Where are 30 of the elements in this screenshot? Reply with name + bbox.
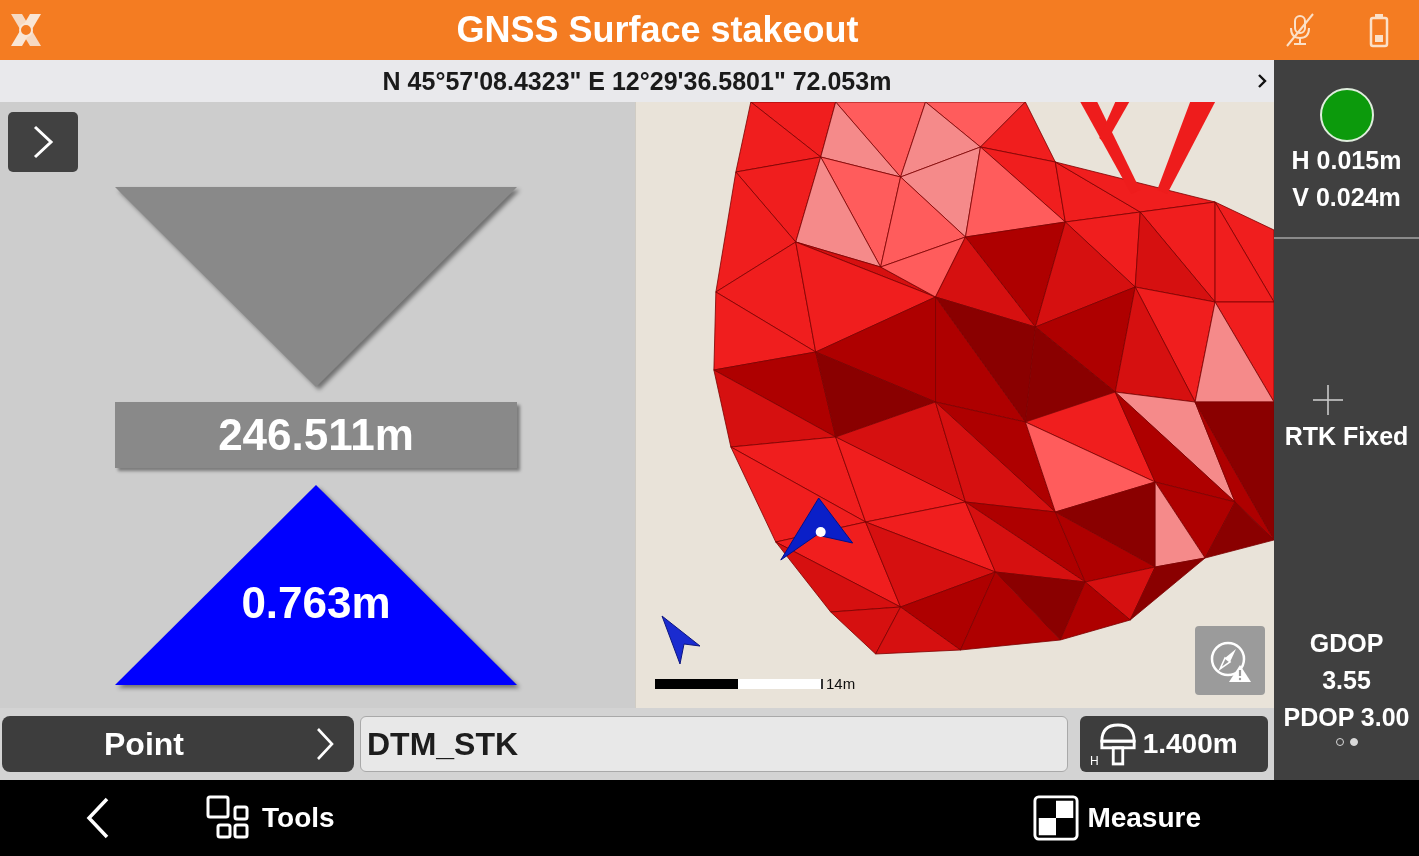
battery-icon bbox=[1369, 12, 1389, 48]
scale-label: 14m bbox=[826, 675, 856, 692]
position-coordinates: N 45°57'08.4323" E 12°29'36.5801" 72.053m bbox=[382, 66, 892, 96]
north-arrow-icon bbox=[660, 614, 702, 666]
chevron-left-icon bbox=[86, 797, 110, 839]
microphone-off-icon bbox=[1283, 13, 1317, 47]
checkerboard-icon bbox=[1031, 795, 1082, 841]
crosshair-icon bbox=[1313, 385, 1343, 415]
expand-button[interactable] bbox=[8, 112, 78, 172]
gdop-label: GDOP bbox=[1309, 628, 1384, 659]
chevron-right-icon bbox=[31, 124, 55, 160]
vertical-precision: V 0.024m bbox=[1292, 182, 1401, 213]
distance-value: 246.511m bbox=[115, 402, 517, 468]
pdop-value: PDOP 3.00 bbox=[1283, 702, 1410, 733]
antenna-icon bbox=[1098, 722, 1137, 766]
point-name-field[interactable]: DTM_STK bbox=[360, 716, 1068, 772]
measure-button[interactable]: Measure bbox=[1031, 795, 1201, 841]
antenna-height-button[interactable]: H 1.400m bbox=[1080, 716, 1268, 772]
compass-warning-button[interactable] bbox=[1195, 626, 1265, 695]
chevron-right-icon[interactable] bbox=[1257, 73, 1267, 89]
point-button[interactable]: Point bbox=[2, 716, 354, 772]
tools-button[interactable]: Tools bbox=[206, 795, 335, 841]
position-marker-icon bbox=[780, 497, 854, 561]
screen-title: GNSS Surface stakeout bbox=[456, 9, 859, 51]
height-difference-value: 0.763m bbox=[241, 581, 391, 625]
solution-status: RTK Fixed bbox=[1284, 421, 1409, 452]
height-mark: H bbox=[1090, 754, 1099, 768]
chevron-right-icon bbox=[314, 726, 336, 762]
gdop-value: 3.55 bbox=[1322, 665, 1371, 696]
horizontal-precision: H 0.015m bbox=[1291, 145, 1402, 176]
